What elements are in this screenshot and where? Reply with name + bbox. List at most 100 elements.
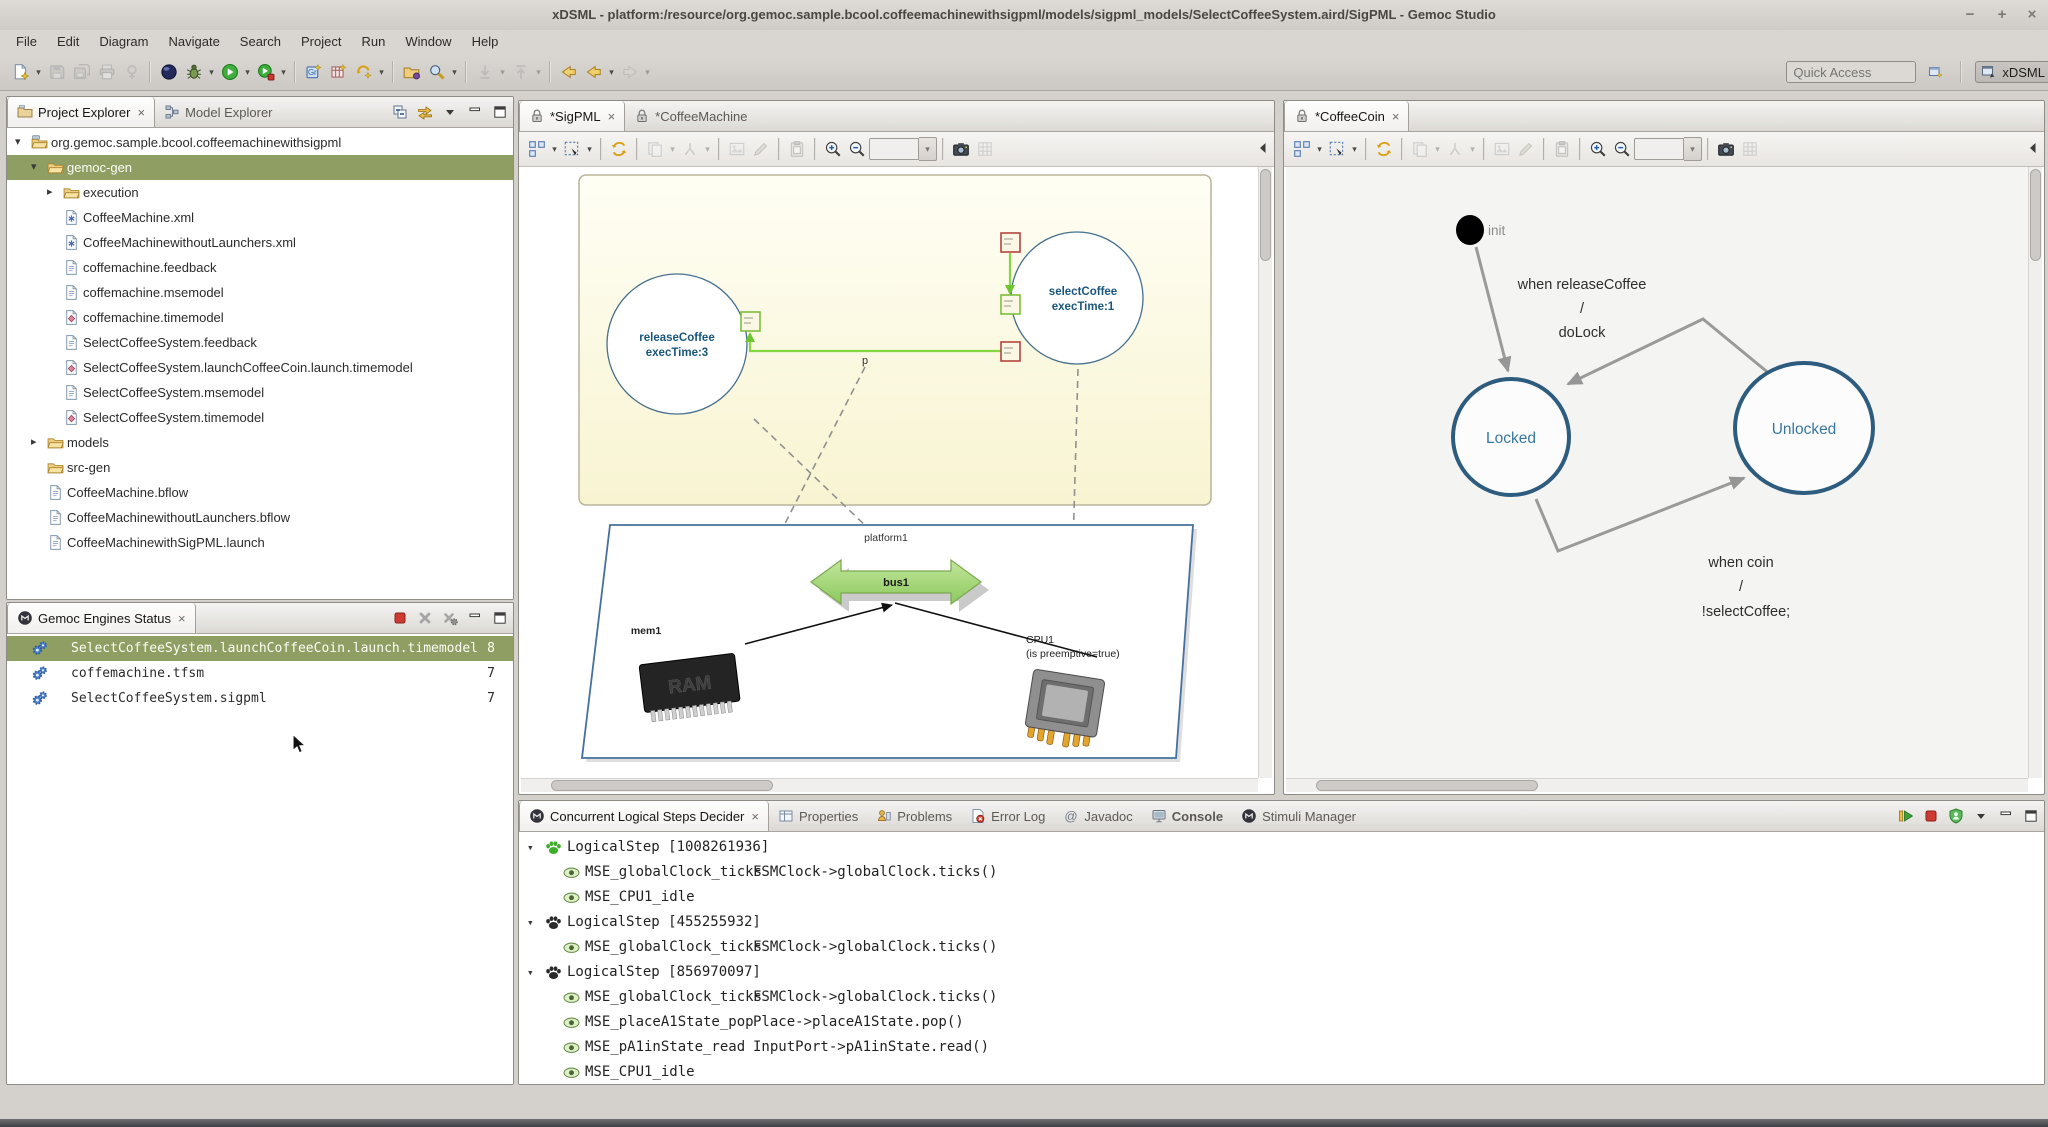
main-profile-button[interactable] xyxy=(253,60,278,85)
menu-file[interactable]: File xyxy=(6,30,47,54)
tree-item-coffeemachinewithoutlaunchers-xml[interactable]: CoffeeMachinewithoutLaunchers.xml xyxy=(7,230,513,255)
scrollbar-thumb[interactable] xyxy=(2030,169,2041,261)
coffeecoin-select-mode-button[interactable] xyxy=(1325,137,1349,161)
decider-view-menu-button[interactable] xyxy=(1969,805,1992,828)
tab-javadoc[interactable]: @Javadoc xyxy=(1054,801,1141,831)
close-tab-icon[interactable]: × xyxy=(608,109,616,124)
coffeecoin-snapshot-button[interactable] xyxy=(1714,137,1738,161)
main-refresh-new-button[interactable] xyxy=(351,60,376,85)
window-maximize-button[interactable]: + xyxy=(1988,0,2016,30)
main-new-wizard-button[interactable] xyxy=(8,60,33,85)
scrollbar-thumb[interactable] xyxy=(1316,780,1538,791)
pe-maximize-button[interactable] xyxy=(488,101,511,124)
sigpml-layout-button[interactable] xyxy=(525,137,549,161)
scrollbar-thumb[interactable] xyxy=(551,780,773,791)
tree-item-coffeemachine-xml[interactable]: CoffeeMachine.xml xyxy=(7,205,513,230)
state-locked[interactable]: Locked xyxy=(1453,379,1569,495)
mse-row[interactable]: MSE_globalClock_ticksFSMClock->globalClo… xyxy=(519,860,2044,885)
menu-project[interactable]: Project xyxy=(291,30,351,54)
coffeecoin-diagram-canvas[interactable]: init when releaseCoffee / doLock when co… xyxy=(1286,167,2028,779)
tab-gemoc-engines-status[interactable]: Gemoc Engines Status × xyxy=(7,603,196,633)
menu-window[interactable]: Window xyxy=(395,30,461,54)
collapse-arrow-icon[interactable]: ▾ xyxy=(527,960,534,985)
main-debug-dropdown[interactable]: ▾ xyxy=(206,67,217,78)
tab-properties[interactable]: Properties xyxy=(769,801,867,831)
tab-console[interactable]: Console xyxy=(1142,801,1232,831)
expand-arrow-icon[interactable]: ▸ xyxy=(47,180,53,205)
main-modeling-sphere-button[interactable] xyxy=(156,60,181,85)
tab-stimuli-manager[interactable]: Stimuli Manager xyxy=(1232,801,1365,831)
initial-state[interactable]: init xyxy=(1456,215,1506,245)
sigpml-select-mode-dropdown[interactable]: ▾ xyxy=(584,144,595,155)
decider-shield-button[interactable] xyxy=(1944,805,1967,828)
coffeecoin-horizontal-scrollbar[interactable] xyxy=(1286,778,2028,792)
coffeecoin-layout-dropdown[interactable]: ▾ xyxy=(1314,144,1325,155)
expand-arrow-icon[interactable]: ▸ xyxy=(31,430,37,455)
coffeecoin-zoom-combo-dropdown[interactable]: ▾ xyxy=(1684,137,1702,161)
mse-row[interactable]: MSE_placeA1State_popPlace->placeA1State.… xyxy=(519,1010,2044,1035)
tab-coffeemachine[interactable]: *CoffeeMachine xyxy=(625,101,756,131)
sigpml-zoom-out-button[interactable] xyxy=(845,137,869,161)
main-open-resource-button[interactable] xyxy=(399,60,424,85)
logical-step-row[interactable]: ▾LogicalStep [455255932] xyxy=(519,910,2044,935)
agent-selectCoffee[interactable]: selectCoffee execTime:1 xyxy=(1011,232,1143,364)
coffeecoin-distribute-dropdown[interactable]: ▾ xyxy=(1467,144,1478,155)
open-perspective-button[interactable] xyxy=(1924,61,1947,84)
mse-row[interactable]: MSE_pA1inState_readInputPort->pA1inState… xyxy=(519,1035,2044,1060)
window-minimize-button[interactable]: − xyxy=(1956,0,1984,30)
coffeecoin-refresh-button[interactable] xyxy=(1372,137,1396,161)
sigpml-layout-dropdown[interactable]: ▾ xyxy=(549,144,560,155)
tree-item-org-gemoc-sample-bcool-coffeemachinewithsigpml[interactable]: ▾org.gemoc.sample.bcool.coffeemachinewit… xyxy=(7,130,513,155)
sigpml-refresh-button[interactable] xyxy=(607,137,631,161)
tree-item-coffeemachinewithoutlaunchers-bflow[interactable]: CoffeeMachinewithoutLaunchers.bflow xyxy=(7,505,513,530)
logical-step-row[interactable]: ▾LogicalStep [1008261936] xyxy=(519,835,2044,860)
close-tab-icon[interactable]: × xyxy=(137,105,145,120)
engine-row-selectcoffeesystem-sigpml[interactable]: SelectCoffeeSystem.sigpml7 xyxy=(7,686,513,711)
mse-row[interactable]: MSE_globalClock_ticksFSMClock->globalClo… xyxy=(519,985,2044,1010)
sigpml-zoom-combo-dropdown[interactable]: ▾ xyxy=(919,137,937,161)
coffeecoin-zoom-in-button[interactable] xyxy=(1586,137,1610,161)
decider-maximize-button[interactable] xyxy=(2019,805,2042,828)
main-debug-button[interactable] xyxy=(181,60,206,85)
decider-stop-button[interactable] xyxy=(1919,805,1942,828)
quick-access-input[interactable] xyxy=(1786,61,1916,83)
tree-item-gemoc-gen[interactable]: ▾gemoc-gen xyxy=(7,155,513,180)
menu-diagram[interactable]: Diagram xyxy=(89,30,158,54)
main-profile-dropdown[interactable]: ▾ xyxy=(278,67,289,78)
sigpml-select-mode-button[interactable] xyxy=(560,137,584,161)
engines-stop-button[interactable] xyxy=(388,607,411,630)
platform-node[interactable]: platform1 bus1 mem1 RAM xyxy=(582,525,1197,762)
mse-row[interactable]: MSE_globalClock_ticksFSMClock->globalClo… xyxy=(519,935,2044,960)
main-back-dropdown[interactable]: ▾ xyxy=(606,67,617,78)
collapse-palette-icon[interactable] xyxy=(2025,139,2041,157)
menu-help[interactable]: Help xyxy=(462,30,509,54)
xdsml-perspective-button[interactable]: xDSML xyxy=(1975,61,2048,83)
main-search-button[interactable] xyxy=(424,60,449,85)
main-previous-annotation-dropdown[interactable]: ▾ xyxy=(533,67,544,78)
coffeecoin-copy-appearance-dropdown[interactable]: ▾ xyxy=(1432,144,1443,155)
tree-item-selectcoffeesystem-msemodel[interactable]: SelectCoffeeSystem.msemodel xyxy=(7,380,513,405)
tree-item-coffemachine-feedback[interactable]: coffemachine.feedback xyxy=(7,255,513,280)
engines-dispose-button[interactable] xyxy=(413,607,436,630)
scrollbar-thumb[interactable] xyxy=(1260,169,1271,261)
main-new-launch-config-button[interactable]: Gr xyxy=(301,60,326,85)
tab-model-explorer[interactable]: Model Explorer xyxy=(155,97,281,127)
tree-item-src-gen[interactable]: src-gen xyxy=(7,455,513,480)
tree-item-coffeemachinewithsigpml-launch[interactable]: CoffeeMachinewithSigPML.launch xyxy=(7,530,513,555)
tab-error-log[interactable]: Error Log xyxy=(961,801,1054,831)
mse-row[interactable]: MSE_CPU1_idle xyxy=(519,1060,2044,1085)
sigpml-horizontal-scrollbar[interactable] xyxy=(521,778,1258,792)
decider-step-run-button[interactable] xyxy=(1894,805,1917,828)
tree-item-execution[interactable]: ▸execution xyxy=(7,180,513,205)
menu-search[interactable]: Search xyxy=(230,30,291,54)
collapse-arrow-icon[interactable]: ▾ xyxy=(527,835,534,860)
pe-view-menu-button[interactable] xyxy=(438,101,461,124)
pe-collapse-all-button[interactable] xyxy=(388,101,411,124)
engines-dispose-all-button[interactable] xyxy=(438,607,461,630)
collapse-arrow-icon[interactable]: ▾ xyxy=(15,130,21,155)
engines-maximize-button[interactable] xyxy=(488,607,511,630)
sigpml-copy-appearance-dropdown[interactable]: ▾ xyxy=(667,144,678,155)
main-back-history-button[interactable] xyxy=(556,60,581,85)
coffeecoin-layout-button[interactable] xyxy=(1290,137,1314,161)
main-run-dropdown[interactable]: ▾ xyxy=(242,67,253,78)
